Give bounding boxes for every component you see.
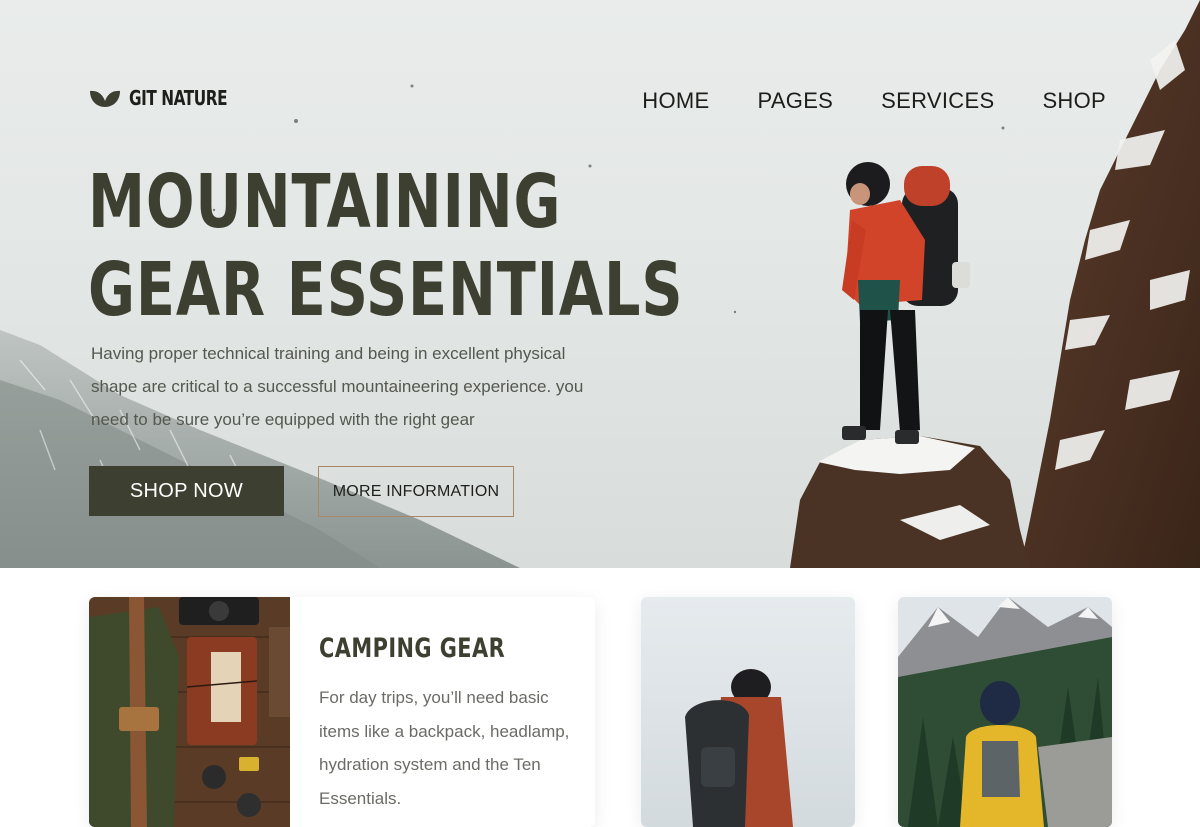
nav-shop[interactable]: SHOP (1042, 88, 1106, 114)
nav-services[interactable]: SERVICES (881, 88, 994, 114)
hero-title-line-2: GEAR ESSENTIALS (88, 247, 684, 333)
nav-pages[interactable]: PAGES (757, 88, 833, 114)
hero-title-line-1: MOUNTAINING (88, 159, 562, 245)
camping-gear-card[interactable]: CAMPING GEAR For day trips, you’ll need … (89, 597, 595, 827)
main-nav: HOME PAGES SERVICES SHOP (642, 88, 1106, 114)
hero-description: Having proper technical training and bei… (91, 344, 584, 429)
hiker-backpack-photo (641, 597, 855, 827)
leaf-icon (90, 90, 120, 107)
brand-name: GIT NATURE (129, 86, 228, 110)
card-description: For day trips, you’ll need basic items l… (319, 688, 570, 808)
hiker-mountain-view-card[interactable] (898, 597, 1112, 827)
camping-gear-flatlay-photo (89, 597, 290, 827)
more-information-button[interactable]: MORE INFORMATION (318, 466, 514, 517)
hiker-backpack-card[interactable] (641, 597, 855, 827)
nav-home[interactable]: HOME (642, 88, 709, 114)
hero-section: GIT NATURE HOME PAGES SERVICES SHOP MOUN… (0, 0, 1200, 568)
hiker-figure (842, 162, 970, 444)
hiker-mountain-view-photo (898, 597, 1112, 827)
brand-logo[interactable]: GIT NATURE (89, 86, 244, 110)
shop-now-button[interactable]: SHOP NOW (89, 466, 284, 516)
hero-title: MOUNTAINING GEAR ESSENTIALS (88, 158, 683, 334)
card-title: CAMPING GEAR (319, 633, 506, 664)
